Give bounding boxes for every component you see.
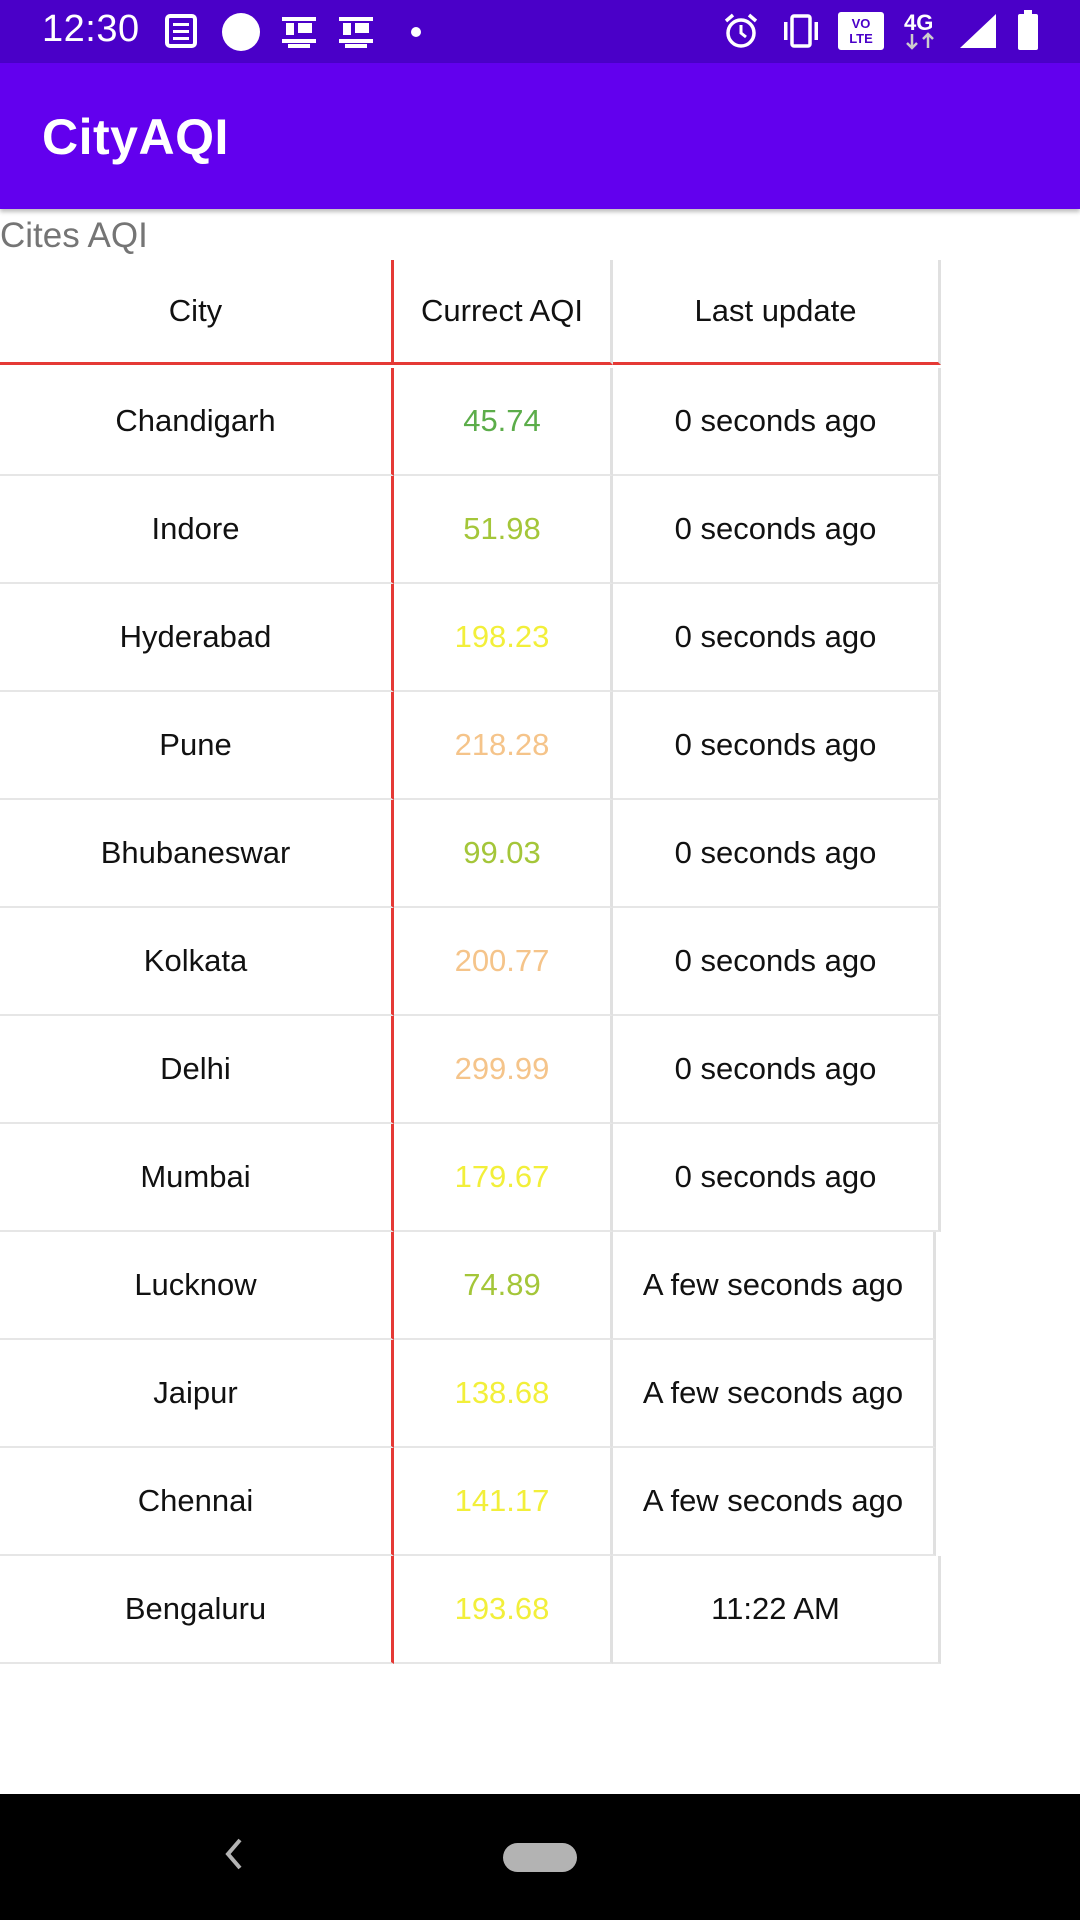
table-row: Pune 218.28 0 seconds ago [0, 692, 941, 800]
last-update: 0 seconds ago [613, 584, 941, 692]
city-name: Bhubaneswar [0, 800, 394, 908]
dainik-bhaskar-icon [282, 17, 316, 48]
city-name: Jaipur [0, 1340, 394, 1448]
last-update: 0 seconds ago [613, 800, 941, 908]
navigation-bar [0, 1794, 1080, 1920]
aqi-value: 299.99 [394, 1016, 613, 1124]
table-row: Bengaluru 193.68 11:22 AM [0, 1556, 941, 1664]
aqi-value: 200.77 [394, 908, 613, 1016]
last-update: 11:22 AM [613, 1556, 941, 1664]
dot-icon [411, 27, 421, 37]
last-update: 0 seconds ago [613, 908, 941, 1016]
header-city: City [0, 260, 394, 365]
city-name: Kolkata [0, 908, 394, 1016]
section-label: Cites AQI [0, 216, 148, 255]
header-last-update: Last update [613, 260, 941, 365]
last-update: A few seconds ago [611, 1340, 936, 1448]
table-row: Bhubaneswar 99.03 0 seconds ago [0, 800, 941, 908]
table-header-row: City Currect AQI Last update [0, 260, 941, 368]
table-row: Chennai 141.17 A few seconds ago [0, 1448, 940, 1556]
last-update: A few seconds ago [611, 1232, 936, 1340]
aqi-table: City Currect AQI Last update Chandigarh 4… [0, 260, 941, 1664]
app-bar: CityAQI [0, 63, 1080, 209]
aqi-value: 218.28 [394, 692, 613, 800]
last-update: 0 seconds ago [613, 476, 941, 584]
table-row: Mumbai 179.67 0 seconds ago [0, 1124, 941, 1232]
aqi-value: 193.68 [394, 1556, 613, 1664]
app-title: CityAQI [42, 109, 229, 165]
last-update: 0 seconds ago [613, 1124, 941, 1232]
aqi-value: 198.23 [394, 584, 613, 692]
alarm-icon [724, 13, 758, 48]
network-4g-icon [906, 32, 934, 50]
last-update: 0 seconds ago [613, 1016, 941, 1124]
aqi-value: 74.89 [394, 1232, 613, 1340]
city-name: Mumbai [0, 1124, 394, 1232]
last-update: 0 seconds ago [613, 368, 941, 476]
city-name: Chandigarh [0, 368, 394, 476]
table-row: Hyderabad 198.23 0 seconds ago [0, 584, 941, 692]
table-row: Jaipur 138.68 A few seconds ago [0, 1340, 940, 1448]
circle-app-icon [222, 13, 260, 51]
aqi-value: 141.17 [394, 1448, 613, 1556]
aqi-value: 99.03 [394, 800, 613, 908]
city-name: Indore [0, 476, 394, 584]
home-pill-icon[interactable] [503, 1843, 577, 1872]
volte-label: VO LTE [849, 16, 873, 46]
table-row: Indore 51.98 0 seconds ago [0, 476, 941, 584]
table-row: Kolkata 200.77 0 seconds ago [0, 908, 941, 1016]
status-bar: 12:30 VO LTE 4G [0, 0, 1080, 63]
last-update: 0 seconds ago [613, 692, 941, 800]
city-name: Bengaluru [0, 1556, 394, 1664]
status-time: 12:30 [42, 8, 140, 50]
header-aqi: Currect AQI [394, 260, 613, 365]
back-icon[interactable] [220, 1834, 246, 1874]
vibrate-icon [784, 14, 818, 48]
battery-icon [1018, 10, 1038, 50]
city-name: Pune [0, 692, 394, 800]
city-name: Delhi [0, 1016, 394, 1124]
aqi-value: 138.68 [394, 1340, 613, 1448]
table-row: Delhi 299.99 0 seconds ago [0, 1016, 941, 1124]
aqi-value: 51.98 [394, 476, 613, 584]
dainik-bhaskar-icon [339, 17, 373, 48]
news-icon [165, 14, 197, 48]
table-row: Chandigarh 45.74 0 seconds ago [0, 368, 941, 476]
aqi-value: 45.74 [394, 368, 613, 476]
city-name: Chennai [0, 1448, 394, 1556]
signal-icon [960, 14, 996, 48]
aqi-value: 179.67 [394, 1124, 613, 1232]
city-name: Hyderabad [0, 584, 394, 692]
last-update: A few seconds ago [611, 1448, 936, 1556]
table-row: Lucknow 74.89 A few seconds ago [0, 1232, 940, 1340]
volte-icon: VO LTE [838, 12, 884, 50]
city-name: Lucknow [0, 1232, 394, 1340]
